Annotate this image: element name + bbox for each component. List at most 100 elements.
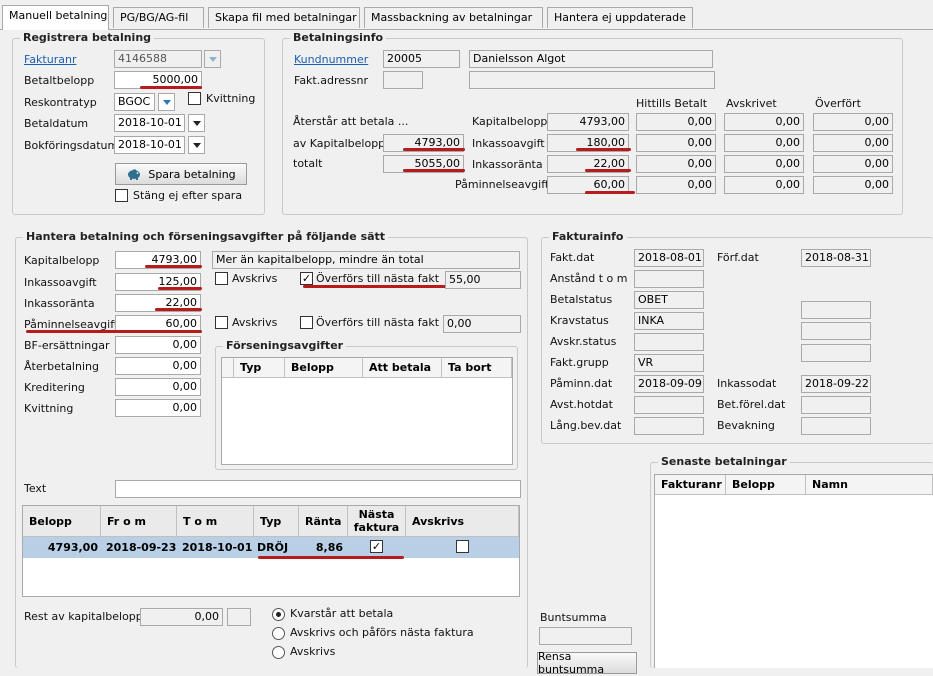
rest-field: 0,00 [140, 608, 223, 626]
bf-field[interactable]: 0,00 [115, 336, 201, 354]
grid-header-belopp[interactable]: Belopp [726, 475, 806, 495]
langbev-field [634, 417, 704, 435]
radio-kvarstar[interactable] [272, 608, 285, 621]
grid-header-ta-bort[interactable]: Ta bort [442, 358, 512, 378]
tab-baseline [0, 29, 933, 30]
bevakning-field [801, 417, 871, 435]
grid-header-namn[interactable]: Namn [806, 475, 933, 495]
paminnelse-overfors-field[interactable]: 0,00 [443, 315, 521, 333]
inkasso-avskrivs-checkbox[interactable] [215, 272, 228, 285]
highlight-underline [140, 86, 202, 89]
row-kapitalbelopp-amount: 4793,00 [547, 113, 629, 131]
betaldatum-field[interactable]: 2018-10-01 [114, 114, 185, 132]
radio-avskrivs-pafors[interactable] [272, 627, 285, 640]
kreditering-field[interactable]: 0,00 [115, 378, 201, 396]
paminnelse-avskrivs-label: Avskrivs [232, 316, 278, 329]
avskrstatus-label: Avskr.status [550, 335, 617, 348]
bokforingsdatum-field[interactable]: 2018-10-01 [114, 136, 185, 154]
registrera-legend: Registrera betalning [20, 31, 155, 44]
piggy-bank-icon [128, 169, 141, 180]
avskrstatus-field [634, 333, 704, 351]
highlight-underline [403, 148, 465, 151]
inkasso-avskrivs-label: Avskrivs [232, 272, 278, 285]
grid-header-att-betala[interactable]: Att betala [363, 358, 442, 378]
row-inkassoranta-label: Inkassoränta [472, 158, 543, 171]
kvittning-field[interactable]: 0,00 [115, 399, 201, 417]
spara-betalning-label: Spara betalning [148, 167, 236, 181]
tab-hantera-ej-uppdaterade[interactable]: Hantera ej uppdaterade [547, 7, 693, 28]
langbev-label: Lång.bev.dat [550, 419, 622, 432]
grid-header-belopp[interactable]: Belopp [285, 358, 363, 378]
av-kapital-label: av Kapitalbelopp [293, 137, 386, 150]
grid-header-ranta[interactable]: Ränta [299, 506, 348, 537]
betforel-field [801, 396, 871, 414]
tab-pg-bg-ag-fil[interactable]: PG/BG/AG-fil [113, 7, 204, 28]
row-avskrivs-checkbox[interactable] [456, 540, 469, 553]
grid-header-typ[interactable]: Typ [234, 358, 285, 378]
anstand-field [634, 270, 704, 288]
grid-header-from[interactable]: Fr o m [101, 506, 177, 537]
faktgrupp-label: Fakt.grupp [550, 356, 609, 369]
stang-ej-checkbox[interactable] [115, 189, 128, 202]
text-field[interactable] [115, 480, 521, 498]
kravstatus-label: Kravstatus [550, 314, 609, 327]
betaldatum-dropdown[interactable] [188, 114, 205, 132]
tab-massbackning[interactable]: Massbackning av betalningar [364, 7, 543, 28]
rest-extra-field [227, 608, 251, 626]
radio-avskrivs[interactable] [272, 646, 285, 659]
rensa-buntsumma-button[interactable]: Rensa buntsumma [537, 650, 637, 676]
faktgrupp-field: VR [634, 354, 704, 372]
grid-header-belopp[interactable]: Belopp [23, 506, 101, 537]
grid-header-avskrivs[interactable]: Avskrivs [406, 506, 519, 537]
bokforingsdatum-label: Bokföringsdatum [24, 139, 119, 152]
inkasso-overfors-checkbox[interactable]: ✓ [300, 272, 313, 285]
reskontratyp-dropdown[interactable] [158, 93, 175, 111]
row-kapitalbelopp-hittills: 0,00 [636, 113, 716, 131]
inkasso-overfors-field[interactable]: 55,00 [445, 271, 521, 289]
chevron-down-icon [192, 120, 201, 126]
extra-field-2 [801, 322, 871, 340]
avsthot-field [634, 396, 704, 414]
kvittning-label: Kvittning [206, 92, 256, 105]
senaste-grid[interactable]: Fakturanr Belopp Namn [654, 474, 933, 668]
inkassodat-field: 2018-09-22 [801, 375, 871, 393]
row-inkassoavgift-overfort: 0,00 [813, 134, 893, 152]
kapitalbelopp-label: Kapitalbelopp [24, 254, 100, 267]
fakturanr-field[interactable]: 4146588 [114, 50, 202, 68]
betalningsinfo-legend: Betalningsinfo [290, 31, 387, 44]
grid-header-tom[interactable]: T o m [177, 506, 254, 537]
bokforingsdatum-dropdown[interactable] [188, 136, 205, 154]
kundnummer-field[interactable]: 20005 [383, 50, 460, 68]
row-nasta-checkbox[interactable]: ✓ [370, 540, 383, 553]
row-inkassoranta-overfort: 0,00 [813, 155, 893, 173]
betforel-label: Bet.förel.dat [717, 398, 786, 411]
table-row[interactable]: 4793,00 2018-09-23 2018-10-01 DRÖJ 8,86 … [23, 537, 519, 558]
avsthot-label: Avst.hotdat [550, 398, 613, 411]
forsening-grid[interactable]: Typ Belopp Att betala Ta bort [221, 357, 513, 465]
grid-header-fakturanr[interactable]: Fakturanr [655, 475, 726, 495]
kvittning-checkbox[interactable] [188, 92, 201, 105]
inkassoavgift-label: Inkassoavgift [24, 276, 97, 289]
tab-manuell-betalning[interactable]: Manuell betalning [2, 5, 109, 30]
highlight-underline [158, 287, 202, 290]
paminnelse-overfors-checkbox[interactable] [300, 316, 313, 329]
kravstatus-field: INKA [634, 312, 704, 330]
faktdat-label: Fakt.dat [550, 251, 595, 264]
aterbetalning-field[interactable]: 0,00 [115, 357, 201, 375]
spara-betalning-button[interactable]: Spara betalning [115, 163, 247, 185]
faktadress-field[interactable] [383, 71, 423, 89]
reskontratyp-field[interactable]: BGOC [114, 93, 155, 111]
stang-ej-label: Stäng ej efter spara [133, 189, 243, 202]
grid-header-nasta-faktura[interactable]: Nästa faktura [348, 506, 406, 537]
kundnummer-link[interactable]: Kundnummer [294, 53, 368, 66]
tab-skapa-fil[interactable]: Skapa fil med betalningar [208, 7, 360, 28]
reskontratyp-label: Reskontratyp [24, 96, 97, 109]
paminnelse-avskrivs-checkbox[interactable] [215, 316, 228, 329]
fakturanr-dropdown[interactable] [204, 50, 221, 68]
paminnelse-overfors-label: Överförs till nästa fakt [316, 316, 440, 329]
fakturanr-link[interactable]: Fakturanr [24, 53, 76, 66]
grid-header-typ[interactable]: Typ [254, 506, 299, 537]
kreditering-label: Kreditering [24, 381, 85, 394]
payment-grid[interactable]: Belopp Fr o m T o m Typ Ränta Nästa fakt… [22, 505, 520, 597]
row-kapitalbelopp-label: Kapitalbelopp [472, 115, 548, 128]
